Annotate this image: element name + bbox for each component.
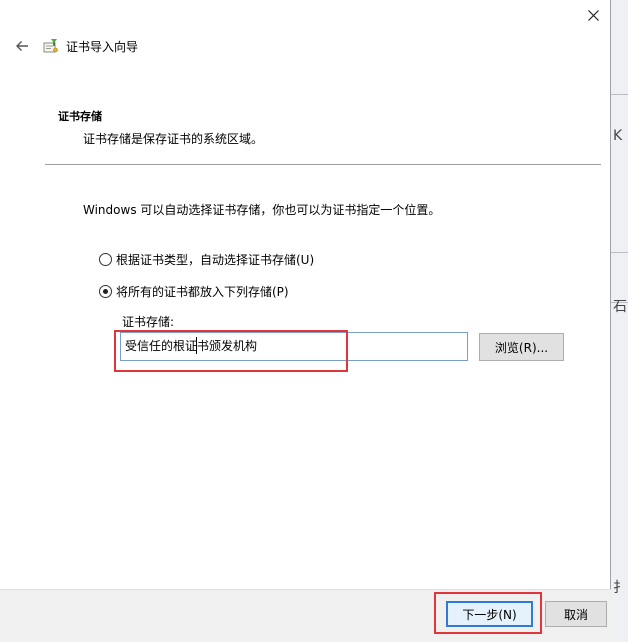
intro-text: Windows 可以自动选择证书存储，你也可以为证书指定一个位置。 [83,203,441,217]
certificate-store-field[interactable]: 受信任的根证书颁发机构 [120,332,468,361]
certificate-icon [43,39,58,53]
radio-button-unselected[interactable] [99,253,112,266]
cancel-button[interactable]: 取消 [545,601,607,627]
radio-auto-select-store[interactable]: 根据证书类型，自动选择证书存储(U) [99,251,314,268]
radio-label: 将所有的证书都放入下列存储(P) [116,285,289,299]
radio-label: 根据证书类型，自动选择证书存储(U) [116,253,315,267]
background-glyph: 石 [613,299,627,315]
background-glyph: K [613,128,623,144]
next-button[interactable]: 下一步(N) [446,601,533,627]
certificate-import-wizard-dialog: 证书导入向导 证书存储 证书存储是保存证书的系统区域。 Windows 可以自动… [0,0,611,642]
certificate-store-label: 证书存储: [122,315,175,329]
wizard-title: 证书导入向导 [66,40,139,54]
text-cursor [196,337,197,354]
radio-button-selected[interactable] [99,285,112,298]
section-title: 证书存储 [58,110,102,123]
back-arrow-icon [16,41,28,51]
background-glyph: 扌 [613,580,627,596]
background-window-right: K 石 扌 [609,0,628,642]
back-button[interactable] [12,37,32,55]
header-divider [45,164,601,165]
close-button[interactable] [576,0,610,30]
close-icon [587,9,599,21]
browse-button[interactable]: 浏览(R)... [479,333,564,361]
radio-place-in-store[interactable]: 将所有的证书都放入下列存储(P) [99,283,289,300]
section-description: 证书存储是保存证书的系统区域。 [83,132,264,146]
